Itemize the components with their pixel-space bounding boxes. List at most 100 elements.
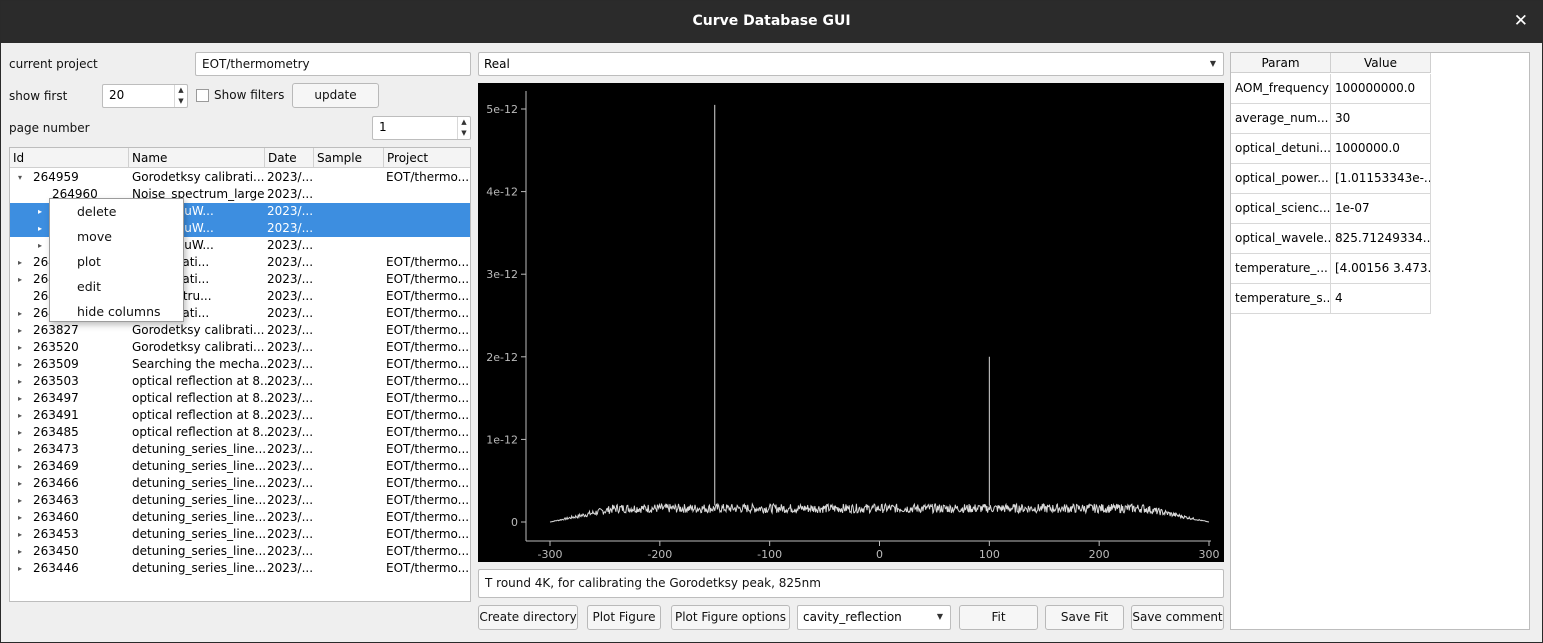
table-row[interactable]: ▸ 263827 Gorodetksy calibrati... 2023/... EO… [10, 322, 470, 339]
expand-right-icon[interactable]: ▸ [18, 475, 22, 492]
param-name-cell[interactable]: optical_power... [1231, 164, 1331, 194]
expand-right-icon[interactable]: ▸ [18, 509, 22, 526]
param-value-cell[interactable]: 4 [1331, 284, 1431, 314]
page-number-spinbox[interactable]: 1 ▲ ▼ [372, 116, 471, 140]
table-row[interactable]: ▾ 264959 Gorodetksy calibrati... 2023/... EO… [10, 169, 470, 186]
plot-figure-options-button[interactable]: Plot Figure options [671, 605, 790, 630]
param-value-cell[interactable]: [1.01153343e-... [1331, 164, 1431, 194]
expand-right-icon[interactable]: ▸ [38, 203, 42, 220]
param-value-cell[interactable]: 100000000.0 [1331, 74, 1431, 104]
spin-down-icon[interactable]: ▼ [175, 96, 187, 107]
expand-right-icon[interactable]: ▸ [18, 560, 22, 577]
expand-right-icon[interactable]: ▸ [18, 526, 22, 543]
noise-trace [549, 502, 1210, 523]
param-name-cell[interactable]: temperature_s... [1231, 284, 1331, 314]
expand-right-icon[interactable]: ▸ [18, 339, 22, 356]
context-menu: delete move plot edit hide columns [49, 198, 184, 322]
row-date: 2023/... [267, 306, 314, 320]
menu-item-move[interactable]: move [77, 229, 112, 244]
param-name-cell[interactable]: average_num... [1231, 104, 1331, 134]
table-row[interactable]: ▸ 263485 optical reflection at 8... 2023/..… [10, 424, 470, 441]
expand-right-icon[interactable]: ▸ [18, 254, 22, 271]
table-row[interactable]: ▸ 263497 optical reflection at 8... 2023/..… [10, 390, 470, 407]
table-row[interactable]: ▸ 263503 optical reflection at 8... 2023/..… [10, 373, 470, 390]
table-row[interactable]: ▸ 263509 Searching the mecha... 2023/... EOT… [10, 356, 470, 373]
menu-item-hide-columns[interactable]: hide columns [77, 304, 161, 319]
update-button[interactable]: update [292, 83, 379, 108]
table-row[interactable]: ▸ 263460 detuning_series_line... 2023/... EO… [10, 509, 470, 526]
table-row[interactable]: ▸ 263466 detuning_series_line... 2023/... EO… [10, 475, 470, 492]
fit-button[interactable]: Fit [959, 605, 1038, 630]
param-value-cell[interactable]: 30 [1331, 104, 1431, 134]
plot-canvas[interactable]: 0 1e-12 2e-12 3e-12 4e-12 5e-12 -300 -200 -100 0 1… [478, 83, 1224, 562]
table-row[interactable]: ▸ 263450 detuning_series_line... 2023/... EO… [10, 543, 470, 560]
column-header-sample[interactable]: Sample [314, 148, 384, 168]
expand-right-icon[interactable]: ▸ [18, 407, 22, 424]
expand-right-icon[interactable]: ▸ [18, 271, 22, 288]
expand-right-icon[interactable]: ▸ [38, 220, 42, 237]
expand-right-icon[interactable]: ▸ [18, 458, 22, 475]
param-name-cell[interactable]: optical_scienc... [1231, 194, 1331, 224]
table-row[interactable]: ▸ 263520 Gorodetksy calibrati... 2023/... EO… [10, 339, 470, 356]
expand-right-icon[interactable]: ▸ [18, 373, 22, 390]
show-filters-checkbox[interactable] [196, 89, 209, 102]
row-project: EOT/thermo... [386, 493, 470, 507]
create-directory-button[interactable]: Create directory [478, 605, 578, 630]
expand-right-icon[interactable]: ▸ [18, 305, 22, 322]
row-name: Gorodetksy calibrati... [132, 340, 265, 354]
spectrum-chart: 0 1e-12 2e-12 3e-12 4e-12 5e-12 -300 -200 -100 0 1… [486, 91, 1220, 561]
expand-down-icon[interactable]: ▾ [18, 169, 22, 186]
param-table[interactable]: Param Value AOM_frequency 100000000.0 aver… [1230, 52, 1530, 630]
table-row[interactable]: ▸ 263446 detuning_series_line... 2023/... EO… [10, 560, 470, 577]
spin-up-icon[interactable]: ▲ [458, 117, 470, 128]
param-value-cell[interactable]: 1e-07 [1331, 194, 1431, 224]
row-project: EOT/thermo... [386, 374, 470, 388]
menu-item-plot[interactable]: plot [77, 254, 101, 269]
column-header-name[interactable]: Name [129, 148, 265, 168]
row-id: 264959 [33, 170, 79, 184]
expand-right-icon[interactable]: ▸ [18, 441, 22, 458]
param-name-cell[interactable]: temperature_... [1231, 254, 1331, 284]
column-header-id[interactable]: Id [10, 148, 129, 168]
param-name-cell[interactable]: optical_wavele... [1231, 224, 1331, 254]
table-row[interactable]: ▸ 263491 optical reflection at 8... 2023/..… [10, 407, 470, 424]
param-header[interactable]: Param [1231, 53, 1331, 73]
spin-arrows[interactable]: ▲ ▼ [174, 85, 187, 107]
param-value-cell[interactable]: [4.00156 3.473... [1331, 254, 1431, 284]
plot-figure-button[interactable]: Plot Figure [587, 605, 661, 630]
table-row[interactable]: ▸ 263469 detuning_series_line... 2023/... EO… [10, 458, 470, 475]
value-header[interactable]: Value [1331, 53, 1431, 73]
param-name-cell[interactable]: AOM_frequency [1231, 74, 1331, 104]
table-row[interactable]: ▸ 263473 detuning_series_line... 2023/... EO… [10, 441, 470, 458]
row-id: 263509 [33, 357, 79, 371]
expand-right-icon[interactable]: ▸ [18, 424, 22, 441]
fit-type-select[interactable]: cavity_reflection ▼ [797, 605, 951, 630]
column-header-project[interactable]: Project [384, 148, 470, 168]
current-project-field[interactable]: EOT/thermometry [195, 52, 471, 76]
param-value-cell[interactable]: 1000000.0 [1331, 134, 1431, 164]
expand-right-icon[interactable]: ▸ [18, 543, 22, 560]
menu-item-edit[interactable]: edit [77, 279, 101, 294]
table-row[interactable]: ▸ 263453 detuning_series_line... 2023/... EO… [10, 526, 470, 543]
expand-right-icon[interactable]: ▸ [18, 492, 22, 509]
expand-right-icon[interactable]: ▸ [38, 237, 42, 254]
row-id: 263520 [33, 340, 79, 354]
param-name-cell[interactable]: optical_detuni... [1231, 134, 1331, 164]
show-first-spinbox[interactable]: 20 ▲ ▼ [102, 84, 188, 108]
plot-mode-select[interactable]: Real ▼ [478, 52, 1224, 76]
menu-item-delete[interactable]: delete [77, 204, 116, 219]
spin-arrows[interactable]: ▲ ▼ [457, 117, 470, 139]
column-header-date[interactable]: Date [265, 148, 314, 168]
spin-down-icon[interactable]: ▼ [458, 128, 470, 139]
close-icon[interactable]: ✕ [1514, 11, 1528, 31]
expand-right-icon[interactable]: ▸ [18, 356, 22, 373]
expand-right-icon[interactable]: ▸ [18, 390, 22, 407]
comment-field[interactable]: T round 4K, for calibrating the Gorodetk… [478, 569, 1224, 598]
row-date: 2023/... [267, 544, 314, 558]
save-fit-button[interactable]: Save Fit [1045, 605, 1124, 630]
spin-up-icon[interactable]: ▲ [175, 85, 187, 96]
param-value-cell[interactable]: 825.71249334... [1331, 224, 1431, 254]
table-row[interactable]: ▸ 263463 detuning_series_line... 2023/... EO… [10, 492, 470, 509]
expand-right-icon[interactable]: ▸ [18, 322, 22, 339]
save-comment-button[interactable]: Save comment [1131, 605, 1224, 630]
